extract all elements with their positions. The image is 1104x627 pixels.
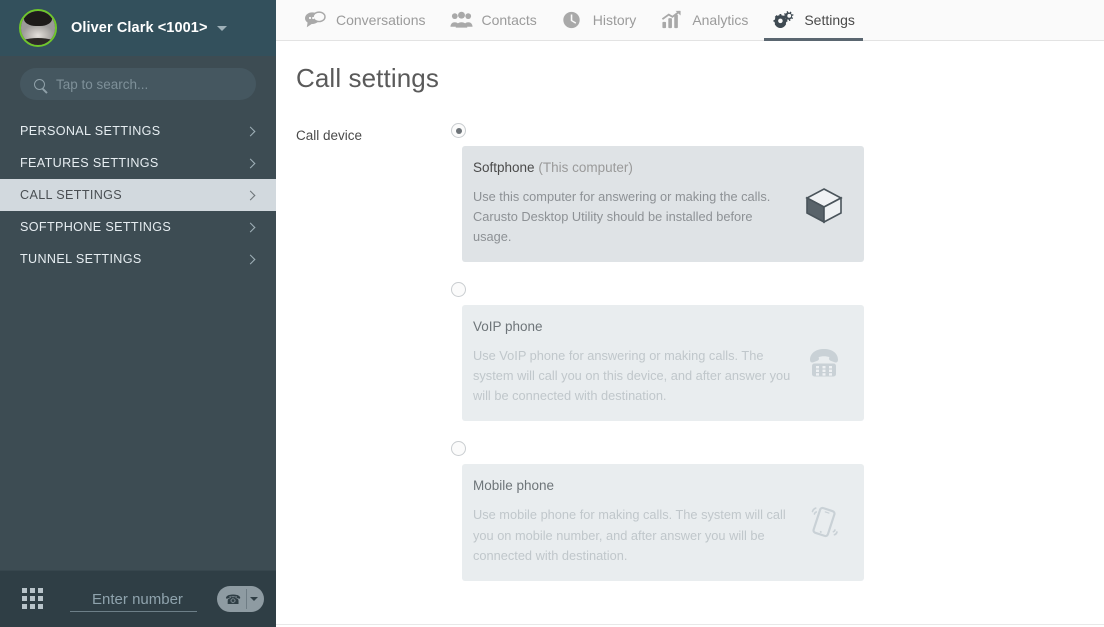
phone-handset-icon: ☎ xyxy=(225,591,242,607)
call-button-divider xyxy=(246,589,247,609)
user-name: Oliver Clark <1001> xyxy=(71,20,208,36)
sidebar-search-wrap: Tap to search... xyxy=(0,56,276,110)
avatar-shoulder xyxy=(21,38,55,45)
clock-icon xyxy=(561,10,583,30)
tab-label: History xyxy=(592,12,637,28)
tab-label: Conversations xyxy=(336,12,426,28)
radio-mobile-phone[interactable] xyxy=(451,441,466,457)
sidebar-item-label: CALL SETTINGS xyxy=(20,188,123,202)
call-device-row: Call device Softphone (This computer) Us… xyxy=(296,123,1104,593)
option-mobile-phone: Mobile phone Use mobile phone for making… xyxy=(451,441,1104,581)
radio-softphone[interactable] xyxy=(451,123,466,138)
card-title-text: Softphone xyxy=(473,160,535,175)
sidebar-user-header[interactable]: Oliver Clark <1001> xyxy=(0,0,276,56)
call-device-label: Call device xyxy=(296,128,363,143)
sidebar-item-personal-settings[interactable]: PERSONAL SETTINGS xyxy=(0,115,276,147)
gears-icon xyxy=(772,10,794,30)
tab-analytics[interactable]: Analytics xyxy=(648,0,760,41)
tab-label: Contacts xyxy=(481,12,537,28)
card-description: Use this computer for answering or makin… xyxy=(473,189,771,245)
chevron-right-icon xyxy=(245,254,256,264)
search-icon xyxy=(34,78,45,90)
search-placeholder: Tap to search... xyxy=(56,76,149,92)
sidebar-item-tunnel-settings[interactable]: TUNNEL SETTINGS xyxy=(0,243,276,275)
chevron-right-icon xyxy=(245,190,256,200)
people-group-icon xyxy=(449,10,473,30)
page-title: Call settings xyxy=(296,63,439,93)
section-divider xyxy=(276,623,1104,625)
chevron-down-icon[interactable] xyxy=(216,25,227,31)
dialer-bar: Enter number ☎ xyxy=(0,570,276,627)
card-title: Softphone (This computer) xyxy=(473,160,793,175)
sidebar-item-label: PERSONAL SETTINGS xyxy=(20,124,161,138)
card-description: Use mobile phone for making calls. The s… xyxy=(473,507,786,563)
card-body: Mobile phone Use mobile phone for making… xyxy=(473,478,801,565)
search-input[interactable]: Tap to search... xyxy=(20,68,256,100)
card-subtitle-text: (This computer) xyxy=(538,160,633,175)
sidebar-item-softphone-settings[interactable]: SOFTPHONE SETTINGS xyxy=(0,211,276,243)
avatar[interactable] xyxy=(19,9,57,47)
app-window: Oliver Clark <1001> Tap to search... PER… xyxy=(0,0,1104,627)
main-area: Conversations Contacts History Analytics… xyxy=(276,0,1104,627)
tab-history[interactable]: History xyxy=(549,0,649,41)
tab-label: Analytics xyxy=(692,12,749,28)
card-description: Use VoIP phone for answering or making c… xyxy=(473,348,791,404)
chevron-right-icon xyxy=(245,126,256,136)
tab-contacts[interactable]: Contacts xyxy=(438,0,549,41)
tab-label: Settings xyxy=(804,12,855,28)
sidebar-item-call-settings[interactable]: CALL SETTINGS xyxy=(0,179,276,211)
call-device-options: Softphone (This computer) Use this compu… xyxy=(451,123,1104,593)
desk-phone-icon xyxy=(801,340,847,386)
bar-chart-arrow-icon xyxy=(660,10,682,30)
keypad-grid-icon[interactable] xyxy=(22,588,44,610)
number-input-placeholder: Enter number xyxy=(92,590,183,608)
content-area: Call settings Call device Softphone (Thi… xyxy=(276,41,1104,627)
card-body: VoIP phone Use VoIP phone for answering … xyxy=(473,319,801,406)
sidebar-item-label: SOFTPHONE SETTINGS xyxy=(20,220,172,234)
tab-conversations[interactable]: Conversations xyxy=(292,0,438,41)
chevron-right-icon xyxy=(245,158,256,168)
sidebar: Oliver Clark <1001> Tap to search... PER… xyxy=(0,0,276,627)
option-softphone: Softphone (This computer) Use this compu… xyxy=(451,123,1104,263)
sidebar-item-features-settings[interactable]: FEATURES SETTINGS xyxy=(0,147,276,179)
chevron-down-icon[interactable] xyxy=(250,597,259,601)
card-softphone[interactable]: Softphone (This computer) Use this compu… xyxy=(462,146,864,263)
call-button[interactable]: ☎ xyxy=(217,586,264,612)
card-voip-phone[interactable]: VoIP phone Use VoIP phone for answering … xyxy=(462,305,864,422)
card-title: Mobile phone xyxy=(473,478,793,493)
card-body: Softphone (This computer) Use this compu… xyxy=(473,160,801,247)
sidebar-item-label: TUNNEL SETTINGS xyxy=(20,252,142,266)
radio-voip-phone[interactable] xyxy=(451,282,466,298)
chat-bubbles-icon xyxy=(304,10,326,30)
option-voip-phone: VoIP phone Use VoIP phone for answering … xyxy=(451,282,1104,422)
sidebar-item-label: FEATURES SETTINGS xyxy=(20,156,159,170)
sidebar-nav: PERSONAL SETTINGS FEATURES SETTINGS CALL… xyxy=(0,115,276,275)
chevron-right-icon xyxy=(245,222,256,232)
top-nav: Conversations Contacts History Analytics… xyxy=(276,0,1104,41)
card-title-text: Mobile phone xyxy=(473,478,555,494)
tab-settings[interactable]: Settings xyxy=(760,0,867,41)
card-title-text: VoIP phone xyxy=(473,319,543,335)
card-mobile-phone[interactable]: Mobile phone Use mobile phone for making… xyxy=(462,464,864,581)
number-input[interactable]: Enter number xyxy=(70,584,205,614)
card-title: VoIP phone xyxy=(473,319,793,334)
cube-3d-icon xyxy=(801,181,847,227)
mobile-phone-icon xyxy=(801,499,847,545)
avatar-hair xyxy=(24,11,52,26)
